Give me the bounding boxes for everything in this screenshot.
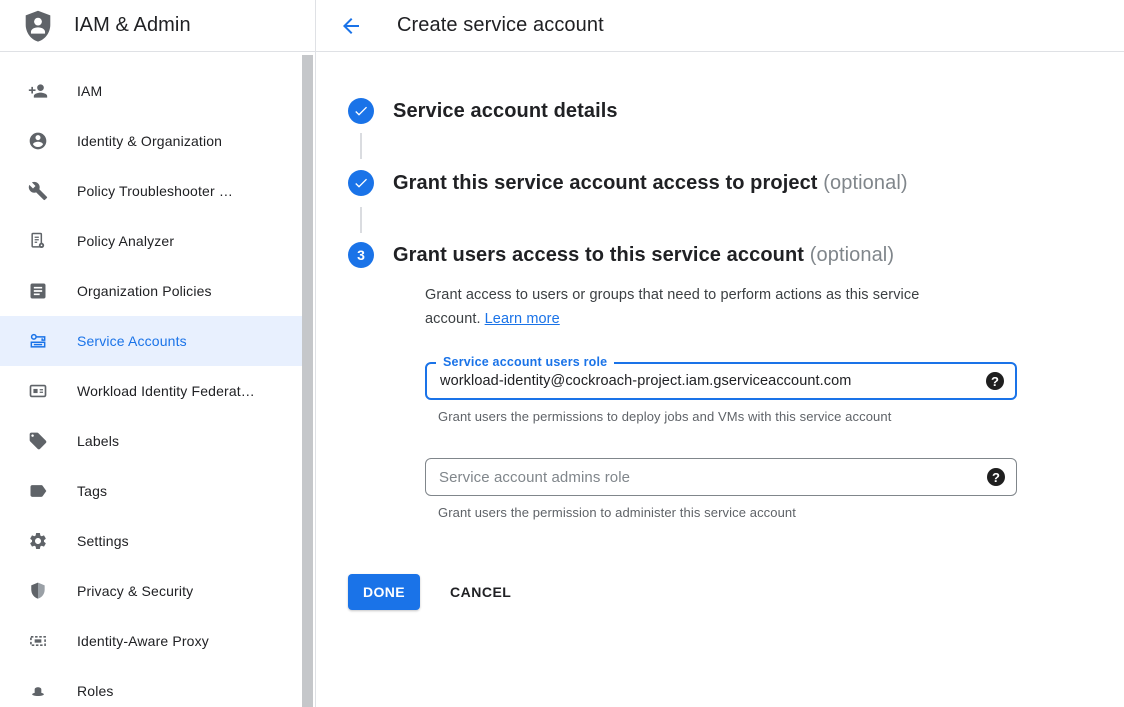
sidebar-item-policy-troubleshooter[interactable]: Policy Troubleshooter … [0,166,303,216]
step-1-title: Service account details [393,98,618,124]
proxy-icon [28,631,48,651]
step-2-grant-access-to-project: Grant this service account access to pro… [348,168,1124,198]
service-account-admins-role-field: ? [425,458,1017,496]
done-button[interactable]: DONE [348,574,420,610]
users-role-helper-text: Grant users the permissions to deploy jo… [438,409,1017,424]
sidebar-item-policy-analyzer[interactable]: Policy Analyzer [0,216,303,266]
sidebar-item-identity-organization[interactable]: Identity & Organization [0,116,303,166]
sidebar-item-organization-policies[interactable]: Organization Policies [0,266,303,316]
sidebar-item-label: Roles [77,683,114,699]
users-role-field-label: Service account users role [436,355,614,369]
service-account-users-role-field: Service account users role ? [425,362,1017,400]
sidebar-item-privacy-security[interactable]: Privacy & Security [0,566,303,616]
service-account-key-icon [28,331,48,351]
sidebar: IAM & Admin IAM Identity & Organization … [0,0,316,707]
sidebar-item-label: Identity-Aware Proxy [77,633,209,649]
sidebar-item-label: Tags [77,483,107,499]
step-3-body: Grant access to users or groups that nee… [425,283,1017,520]
person-add-icon [28,81,48,101]
sidebar-item-workload-identity-federation[interactable]: Workload Identity Federat… [0,366,303,416]
sidebar-item-label: Organization Policies [77,283,212,299]
sidebar-item-identity-aware-proxy[interactable]: Identity-Aware Proxy [0,616,303,666]
sidebar-item-iam[interactable]: IAM [0,66,303,116]
gear-icon [28,531,48,551]
iam-shield-logo-icon [20,8,56,44]
step-connector [360,133,362,159]
sidebar-item-label: Identity & Organization [77,133,222,149]
sidebar-item-label: Privacy & Security [77,583,193,599]
page-title: Create service account [397,14,604,37]
tag-icon [28,431,48,451]
sidebar-item-label: Labels [77,433,119,449]
admins-role-input[interactable] [439,459,971,495]
admins-role-help-icon[interactable]: ? [987,468,1005,486]
step-3-number-badge: 3 [348,242,374,268]
account-circle-icon [28,131,48,151]
admins-role-helper-text: Grant users the permission to administer… [438,505,1017,520]
document-lines-icon [28,281,48,301]
identity-card-icon [28,381,48,401]
sidebar-nav: IAM Identity & Organization Policy Troub… [0,52,315,707]
step-connector [360,207,362,233]
app-title: IAM & Admin [74,14,191,37]
sidebar-header: IAM & Admin [0,0,315,52]
learn-more-link[interactable]: Learn more [485,311,560,327]
back-button[interactable] [339,14,363,38]
step-1-service-account-details: Service account details [348,98,1124,124]
form-actions: DONE CANCEL [348,574,1124,610]
hat-icon [28,681,48,701]
sidebar-item-service-accounts[interactable]: Service Accounts [0,316,303,366]
sidebar-item-settings[interactable]: Settings [0,516,303,566]
step-2-complete-check-icon [348,170,374,196]
sidebar-item-label: Settings [77,533,129,549]
step-2-title: Grant this service account access to pro… [393,168,908,198]
sidebar-item-labels[interactable]: Labels [0,416,303,466]
policy-analyzer-icon [28,231,48,251]
step-3-grant-users-access: 3 Grant users access to this service acc… [348,242,1124,268]
shield-half-icon [28,581,48,601]
main-panel: Create service account Service account d… [316,0,1124,707]
grant-access-description: Grant access to users or groups that nee… [425,283,991,331]
sidebar-item-label: Service Accounts [77,333,187,349]
arrow-back-icon [339,14,363,38]
sidebar-item-label: Workload Identity Federat… [77,383,255,399]
step-3-optional-label: (optional) [810,244,894,266]
sidebar-item-label: Policy Analyzer [77,233,174,249]
wrench-icon [28,181,48,201]
cancel-button[interactable]: CANCEL [450,584,511,600]
step-2-optional-label: (optional) [823,172,907,194]
page-header: Create service account [316,0,1124,52]
sidebar-item-label: Policy Troubleshooter … [77,183,233,199]
label-arrow-icon [28,481,48,501]
create-service-account-form: Service account details Grant this servi… [316,52,1124,610]
sidebar-item-label: IAM [77,83,102,99]
sidebar-item-roles[interactable]: Roles [0,666,303,707]
sidebar-scrollbar-thumb[interactable] [302,55,313,707]
sidebar-item-tags[interactable]: Tags [0,466,303,516]
sidebar-scrollbar[interactable] [301,53,314,707]
step-1-complete-check-icon [348,98,374,124]
users-role-help-icon[interactable]: ? [986,372,1004,390]
iam-admin-window: IAM & Admin IAM Identity & Organization … [0,0,1124,707]
step-3-title: Grant users access to this service accou… [393,242,894,268]
users-role-input[interactable] [440,364,970,398]
